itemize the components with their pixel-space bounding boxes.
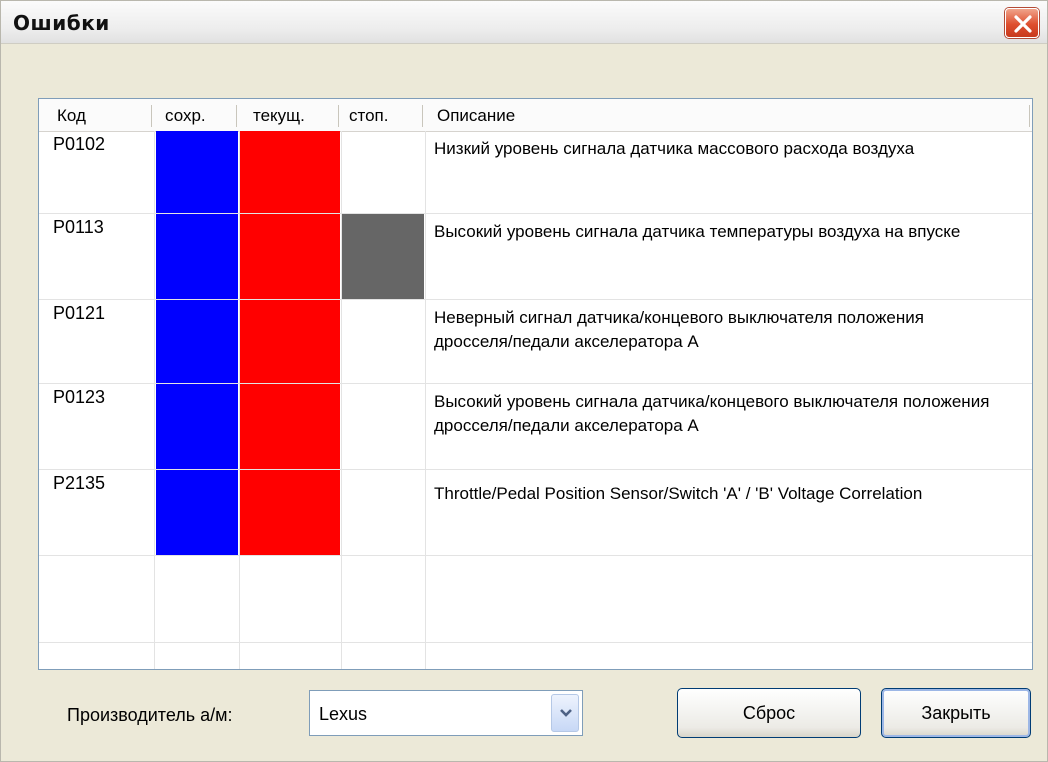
- column-separator[interactable]: [422, 105, 423, 127]
- table-row[interactable]: P0121 Неверный сигнал датчика/концевого …: [39, 300, 1032, 384]
- close-window-button[interactable]: [1005, 8, 1039, 38]
- chevron-down-icon: [560, 709, 572, 717]
- current-indicator: [240, 470, 340, 555]
- errors-list[interactable]: Код сохр. текущ. стоп. Описание P0102 Ни…: [38, 98, 1033, 670]
- error-description: Неверный сигнал датчика/концевого выключ…: [434, 308, 924, 351]
- reset-button[interactable]: Сброс: [677, 688, 861, 738]
- current-indicator: [240, 300, 340, 383]
- error-description: Низкий уровень сигнала датчика массового…: [434, 139, 915, 158]
- error-description: Высокий уровень сигнала датчика/концевог…: [434, 392, 990, 435]
- stop-indicator: [342, 470, 424, 555]
- stop-indicator: [342, 214, 424, 299]
- column-separator[interactable]: [236, 105, 237, 127]
- errors-dialog: Ошибки Код сохр. текущ. стоп. Описание P…: [0, 0, 1048, 762]
- column-separator[interactable]: [151, 105, 152, 127]
- error-code: P0113: [53, 217, 104, 237]
- error-code: P0123: [53, 387, 106, 407]
- stop-indicator: [342, 384, 424, 469]
- saved-indicator: [156, 131, 238, 213]
- saved-indicator: [156, 384, 238, 469]
- column-header-description[interactable]: Описание: [433, 99, 1013, 131]
- column-header-stop[interactable]: стоп.: [345, 99, 417, 131]
- error-description: Throttle/Pedal Position Sensor/Switch 'A…: [434, 484, 923, 503]
- table-row[interactable]: P2135 Throttle/Pedal Position Sensor/Swi…: [39, 470, 1032, 556]
- window-title: Ошибки: [13, 11, 110, 35]
- error-code: P0102: [53, 134, 106, 154]
- manufacturer-select[interactable]: Lexus: [309, 690, 583, 736]
- manufacturer-label: Производитель а/м:: [67, 705, 233, 725]
- stop-indicator: [342, 131, 424, 213]
- saved-indicator: [156, 470, 238, 555]
- saved-indicator: [156, 300, 238, 383]
- close-icon: [1014, 15, 1032, 33]
- current-indicator: [240, 384, 340, 469]
- column-separator[interactable]: [1029, 105, 1030, 127]
- error-code: P0121: [53, 303, 106, 323]
- column-header-code[interactable]: Код: [53, 99, 151, 131]
- column-header-saved[interactable]: сохр.: [161, 99, 233, 131]
- saved-indicator: [156, 214, 238, 299]
- list-header: Код сохр. текущ. стоп. Описание: [39, 99, 1032, 132]
- manufacturer-value: Lexus: [319, 704, 368, 724]
- table-row[interactable]: P0123 Высокий уровень сигнала датчика/ко…: [39, 384, 1032, 470]
- table-row[interactable]: P0102 Низкий уровень сигнала датчика мас…: [39, 131, 1032, 214]
- dropdown-button[interactable]: [551, 694, 579, 732]
- current-indicator: [240, 131, 340, 213]
- empty-row: [39, 556, 1032, 643]
- current-indicator: [240, 214, 340, 299]
- column-separator[interactable]: [338, 105, 339, 127]
- stop-indicator: [342, 300, 424, 383]
- column-header-current[interactable]: текущ.: [249, 99, 335, 131]
- table-row[interactable]: P0113 Высокий уровень сигнала датчика те…: [39, 214, 1032, 300]
- error-code: P2135: [53, 473, 106, 493]
- error-description: Высокий уровень сигнала датчика температ…: [434, 222, 961, 241]
- close-button[interactable]: Закрыть: [881, 688, 1031, 738]
- title-bar[interactable]: Ошибки: [1, 1, 1047, 44]
